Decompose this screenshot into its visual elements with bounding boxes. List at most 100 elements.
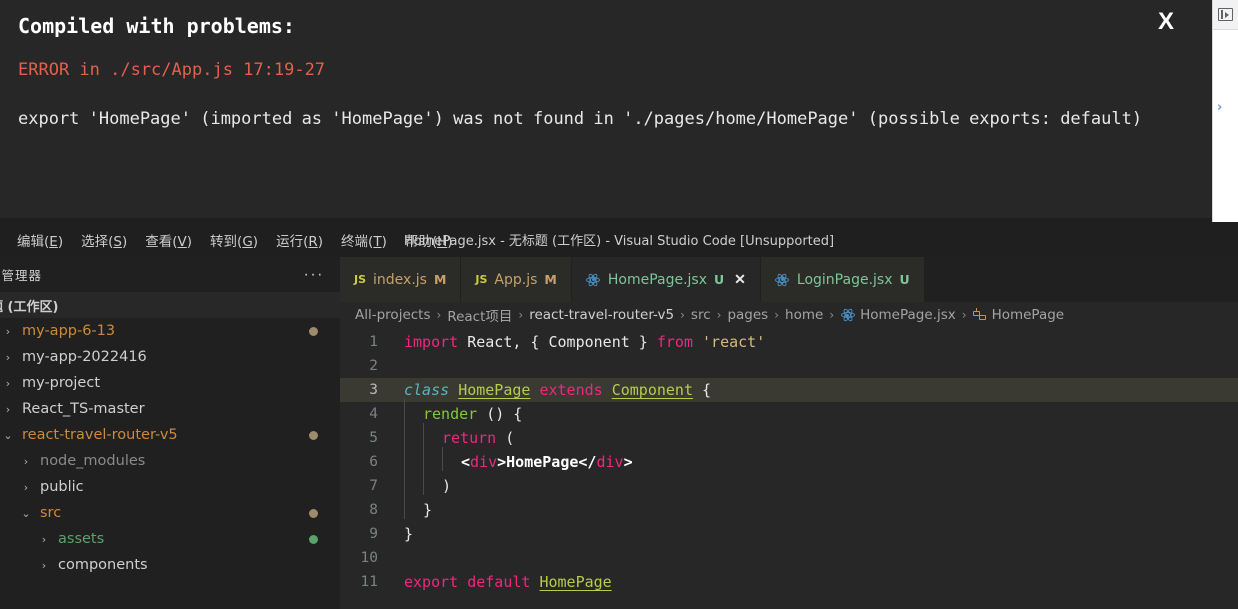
compile-error-overlay: Compiled with problems: ERROR in ./src/A… bbox=[0, 0, 1212, 218]
line-number: 9 bbox=[369, 526, 378, 542]
breadcrumb-item-7[interactable]: HomePage.jsx bbox=[837, 307, 959, 323]
panel-toggle-icon[interactable] bbox=[1218, 8, 1233, 21]
code-line-text: } bbox=[388, 525, 1238, 543]
menu-bar: 编辑(E) 选择(S) 查看(V) 转到(G) 运行(R) 终端(T) 帮助(H) bbox=[0, 226, 462, 254]
chevron-right-icon[interactable]: › bbox=[1217, 100, 1222, 115]
indent-guide bbox=[404, 447, 423, 471]
menu-item-3[interactable]: 查看(V) bbox=[136, 226, 201, 254]
breadcrumb-item-6[interactable]: home bbox=[782, 307, 826, 323]
tab-close-icon[interactable]: ✕ bbox=[734, 271, 746, 288]
line-number: 3 bbox=[369, 382, 378, 398]
breadcrumb-item-label: HomePage bbox=[991, 307, 1065, 323]
menu-item-4[interactable]: 转到(G) bbox=[201, 226, 267, 254]
tree-item-node-modules[interactable]: › node_modules bbox=[0, 448, 340, 474]
code-line-11[interactable]: 11 export default HomePage bbox=[340, 570, 1238, 594]
code-line-3[interactable]: 3 class HomePage extends Component { bbox=[340, 378, 1238, 402]
tree-item-components[interactable]: › components bbox=[0, 552, 340, 578]
workspace-header[interactable]: 题 (工作区) bbox=[0, 292, 340, 318]
chevron-right-icon[interactable]: › bbox=[0, 351, 16, 364]
error-heading: ERROR in ./src/App.js 17:19-27 bbox=[18, 60, 326, 80]
breadcrumb-item-1[interactable]: All-projects bbox=[352, 307, 434, 323]
explorer-sidebar: 源管理器 ··· 题 (工作区) › my-app-6-13 › my-app-202… bbox=[0, 257, 340, 609]
code-line-1[interactable]: 1 import React, { Component } from 'react… bbox=[340, 330, 1238, 354]
tree-item-assets[interactable]: › assets bbox=[0, 526, 340, 552]
breadcrumb-separator: › bbox=[829, 308, 835, 322]
editor-tab-index-js[interactable]: JS index.js M bbox=[340, 257, 462, 302]
editor-tab-homepage-jsx[interactable]: HomePage.jsx U ✕ bbox=[571, 257, 761, 302]
chevron-down-icon[interactable]: ⌄ bbox=[0, 429, 16, 442]
code-line-2[interactable]: 2 bbox=[340, 354, 1238, 378]
menu-item-7[interactable]: 帮助(H) bbox=[396, 226, 462, 254]
tree-item-label: public bbox=[40, 479, 84, 495]
tree-item-public[interactable]: › public bbox=[0, 474, 340, 500]
code-line-5[interactable]: 5 return ( bbox=[340, 423, 1238, 450]
tree-item-react-travel-router-v5[interactable]: ⌄ react-travel-router-v5 bbox=[0, 422, 340, 448]
editor-tab-loginpage-jsx[interactable]: LoginPage.jsx U bbox=[760, 257, 925, 302]
tree-item-src[interactable]: ⌄ src bbox=[0, 500, 340, 526]
menu-item-2[interactable]: 选择(S) bbox=[72, 226, 136, 254]
tree-item-my-app-6-13[interactable]: › my-app-6-13 bbox=[0, 318, 340, 344]
chevron-right-icon[interactable]: › bbox=[18, 481, 34, 494]
git-status-dot bbox=[309, 430, 318, 440]
indent-guide bbox=[404, 399, 423, 423]
tree-item-react-ts-master[interactable]: › React_TS-master bbox=[0, 396, 340, 422]
git-status-dot bbox=[309, 534, 318, 544]
code-line-4[interactable]: 4 render () { bbox=[340, 399, 1238, 426]
more-actions-icon[interactable]: ··· bbox=[304, 266, 324, 283]
chevron-right-icon[interactable]: › bbox=[36, 533, 52, 546]
explorer-title: 源管理器 bbox=[0, 268, 43, 283]
breadcrumb-item-5[interactable]: pages bbox=[724, 307, 771, 323]
chevron-right-icon[interactable]: › bbox=[18, 455, 34, 468]
code-token: Component bbox=[611, 381, 693, 399]
indent-guide bbox=[404, 471, 423, 495]
tree-item-label: node_modules bbox=[40, 453, 146, 469]
editor-tab-app-js[interactable]: JS App.js M bbox=[461, 257, 572, 302]
workbench-body: 源管理器 ··· 题 (工作区) › my-app-6-13 › my-app-202… bbox=[0, 257, 1238, 609]
code-editor[interactable]: 1 import React, { Component } from 'react… bbox=[340, 328, 1238, 609]
tree-item-label: my-app-2022416 bbox=[22, 349, 147, 365]
chevron-down-icon[interactable]: ⌄ bbox=[18, 507, 34, 520]
code-line-9[interactable]: 9} bbox=[340, 522, 1238, 546]
tree-item-my-app-2022416[interactable]: › my-app-2022416 bbox=[0, 344, 340, 370]
browser-side-strip: › bbox=[1212, 0, 1238, 222]
tree-item-label: assets bbox=[58, 531, 105, 547]
breadcrumb-item-8[interactable]: HomePage bbox=[970, 307, 1068, 323]
menu-item-5[interactable]: 运行(R) bbox=[267, 226, 332, 254]
chevron-right-icon[interactable]: › bbox=[36, 559, 52, 572]
breadcrumb-separator: › bbox=[961, 308, 967, 322]
git-status-badge: M bbox=[544, 272, 557, 287]
breadcrumb-item-2[interactable]: React项目 bbox=[444, 305, 515, 325]
class-symbol-icon bbox=[972, 308, 987, 322]
vscode-window: 编辑(E) 选择(S) 查看(V) 转到(G) 运行(R) 终端(T) 帮助(H) Home… bbox=[0, 222, 1238, 609]
chevron-right-icon[interactable]: › bbox=[0, 325, 16, 338]
menu-item-6[interactable]: 终端(T) bbox=[332, 226, 396, 254]
error-message: export 'HomePage' (imported as 'HomePage… bbox=[18, 109, 1143, 129]
indent-guide bbox=[404, 423, 423, 447]
breadcrumb-item-3[interactable]: react-travel-router-v5 bbox=[526, 307, 677, 323]
code-token: export default bbox=[404, 573, 540, 591]
line-number: 1 bbox=[369, 334, 378, 350]
indent-guide bbox=[423, 423, 442, 447]
menu-item-1[interactable]: 编辑(E) bbox=[8, 226, 72, 254]
code-token: React bbox=[467, 333, 513, 351]
code-token: class bbox=[404, 381, 459, 399]
code-line-8[interactable]: 8 } bbox=[340, 495, 1238, 522]
editor-tab-label: HomePage.jsx bbox=[607, 271, 708, 288]
code-token: from bbox=[656, 333, 703, 351]
tree-item-label: my-app-6-13 bbox=[22, 323, 116, 339]
code-token: div bbox=[470, 453, 498, 471]
close-icon[interactable]: X bbox=[1158, 10, 1174, 34]
code-line-6[interactable]: 6 <div>HomePage</div> bbox=[340, 447, 1238, 474]
tree-item-label: React_TS-master bbox=[22, 401, 145, 417]
code-token: import bbox=[404, 333, 468, 351]
breadcrumb-separator: › bbox=[774, 308, 780, 322]
code-line-10[interactable]: 10 bbox=[340, 546, 1238, 570]
chevron-right-icon[interactable]: › bbox=[0, 377, 16, 390]
breadcrumb-item-label: HomePage.jsx bbox=[860, 307, 956, 323]
code-line-text: ) bbox=[388, 471, 1238, 495]
breadcrumb-item-4[interactable]: src bbox=[688, 307, 714, 323]
chevron-right-icon[interactable]: › bbox=[0, 403, 16, 416]
explorer-header: 源管理器 ··· bbox=[0, 257, 340, 292]
tree-item-my-project[interactable]: › my-project bbox=[0, 370, 340, 396]
code-line-7[interactable]: 7 ) bbox=[340, 471, 1238, 498]
